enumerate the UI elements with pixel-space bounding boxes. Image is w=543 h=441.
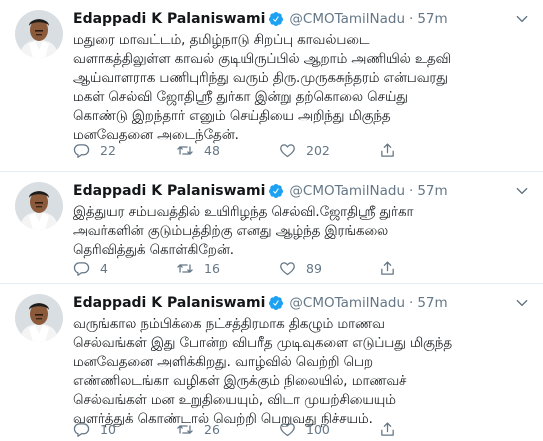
avatar[interactable]: [15, 182, 63, 230]
reply-icon: [73, 421, 90, 438]
chevron-down-icon[interactable]: [515, 296, 529, 310]
like-button[interactable]: 89: [279, 259, 322, 277]
tweet-actions: 22 48 202: [73, 141, 473, 159]
author-handle[interactable]: @CMOTamilNadu: [289, 295, 405, 311]
reply-icon: [73, 142, 90, 159]
tweet-text-line: ஆய்வாளராக பணிபுரிந்து வரும் திரு.முருகசு…: [73, 71, 448, 86]
like-button[interactable]: 202: [279, 141, 330, 159]
share-button[interactable]: [379, 259, 396, 277]
like-count: 202: [306, 142, 330, 158]
tweet-text: வருங்கால நம்பிக்கை நட்சத்திரமாக திகழும் …: [73, 315, 533, 429]
retweet-count: 48: [204, 142, 220, 158]
timestamp[interactable]: 57m: [417, 183, 447, 199]
tweet-text-line: மதுரை மாவட்டம், தமிழ்நாடு சிறப்பு காவல்ப…: [73, 33, 370, 48]
author-handle[interactable]: @CMOTamilNadu: [289, 183, 405, 199]
tweet-actions: 4 16 89: [73, 259, 473, 277]
tweet-text-line: கொண்டு இறந்தார் எனும் செய்தியை அறிந்து ம…: [73, 109, 391, 124]
separator-dot: ·: [409, 183, 414, 199]
author-name[interactable]: Edappadi K Palaniswami: [73, 183, 265, 199]
like-count: 100: [306, 421, 330, 437]
tweet-text-line: எண்ணிலடங்கா வழிகள் இருக்கும் நிலையில், ம…: [73, 374, 407, 389]
tweet-text-line: தெரிவித்துக் கொள்கிறேன்.: [73, 243, 234, 258]
avatar[interactable]: [15, 294, 63, 342]
separator-dot: ·: [409, 11, 414, 27]
share-icon: [379, 260, 396, 277]
share-button[interactable]: [379, 141, 396, 159]
verified-badge-icon: [268, 11, 284, 27]
tweet-actions: 10 26 100: [73, 420, 473, 438]
retweet-button[interactable]: 16: [176, 259, 220, 277]
tweet-text-line: மகள் செல்வி ஜோதிஸ்ரீ துர்கா இன்று தற்கொல…: [73, 90, 408, 105]
retweet-count: 16: [204, 260, 220, 276]
tweet[interactable]: Edappadi K Palaniswami @CMOTamilNadu · 5…: [0, 172, 543, 284]
tweet-thread: Edappadi K Palaniswami @CMOTamilNadu · 5…: [0, 0, 543, 441]
reply-count: 22: [100, 142, 116, 158]
tweet-text: மதுரை மாவட்டம், தமிழ்நாடு சிறப்பு காவல்ப…: [73, 31, 533, 145]
reply-count: 4: [100, 260, 108, 276]
tweet-text: இத்துயர சம்பவத்தில் உயிரிழந்த செல்வி.ஜோத…: [73, 203, 533, 260]
tweet-text-line: செல்வங்கள் மன உறுதியையும், விடா முயற்சிய…: [73, 393, 396, 408]
tweet-header: Edappadi K Palaniswami @CMOTamilNadu · 5…: [73, 9, 448, 29]
tweet[interactable]: Edappadi K Palaniswami @CMOTamilNadu · 5…: [0, 0, 543, 172]
author-name[interactable]: Edappadi K Palaniswami: [73, 11, 265, 27]
tweet-text-line: இத்துயர சம்பவத்தில் உயிரிழந்த செல்வி.ஜோத…: [73, 205, 414, 220]
tweet-text-line: மனவேதனை அளிக்கிறது. வாழ்வில் வெற்றி பெற: [73, 355, 373, 370]
tweet-text-line: வருங்கால நம்பிக்கை நட்சத்திரமாக திகழும் …: [73, 317, 385, 332]
heart-icon: [279, 421, 296, 438]
author-name[interactable]: Edappadi K Palaniswami: [73, 295, 265, 311]
retweet-button[interactable]: 48: [176, 141, 220, 159]
share-button[interactable]: [379, 420, 396, 438]
tweet-header: Edappadi K Palaniswami @CMOTamilNadu · 5…: [73, 181, 448, 201]
heart-icon: [279, 142, 296, 159]
tweet-text-line: செல்வங்கள் இது போன்ற விபரீத முடிவுகளை எட…: [73, 336, 452, 351]
author-handle[interactable]: @CMOTamilNadu: [289, 11, 405, 27]
tweet-text-line: வளாகத்திலுள்ள காவல் குடியிருப்பில் ஆறாம்…: [73, 52, 451, 67]
avatar[interactable]: [15, 10, 63, 58]
timestamp[interactable]: 57m: [417, 295, 447, 311]
reply-icon: [73, 260, 90, 277]
tweet-header: Edappadi K Palaniswami @CMOTamilNadu · 5…: [73, 293, 448, 313]
like-button[interactable]: 100: [279, 420, 330, 438]
verified-badge-icon: [268, 295, 284, 311]
chevron-down-icon[interactable]: [515, 184, 529, 198]
heart-icon: [279, 260, 296, 277]
retweet-icon: [176, 421, 194, 438]
share-icon: [379, 142, 396, 159]
reply-count: 10: [100, 421, 116, 437]
separator-dot: ·: [409, 295, 414, 311]
retweet-icon: [176, 142, 194, 159]
reply-button[interactable]: 22: [73, 141, 116, 159]
retweet-button[interactable]: 26: [176, 420, 220, 438]
timestamp[interactable]: 57m: [417, 11, 447, 27]
reply-button[interactable]: 4: [73, 259, 108, 277]
chevron-down-icon[interactable]: [515, 12, 529, 26]
tweet[interactable]: Edappadi K Palaniswami @CMOTamilNadu · 5…: [0, 284, 543, 441]
share-icon: [379, 421, 396, 438]
reply-button[interactable]: 10: [73, 420, 116, 438]
retweet-count: 26: [204, 421, 220, 437]
verified-badge-icon: [268, 183, 284, 199]
tweet-text-line: அவர்களின் குடும்பத்திற்கு எனது ஆழ்ந்த இர…: [73, 224, 389, 239]
like-count: 89: [306, 260, 322, 276]
retweet-icon: [176, 260, 194, 277]
